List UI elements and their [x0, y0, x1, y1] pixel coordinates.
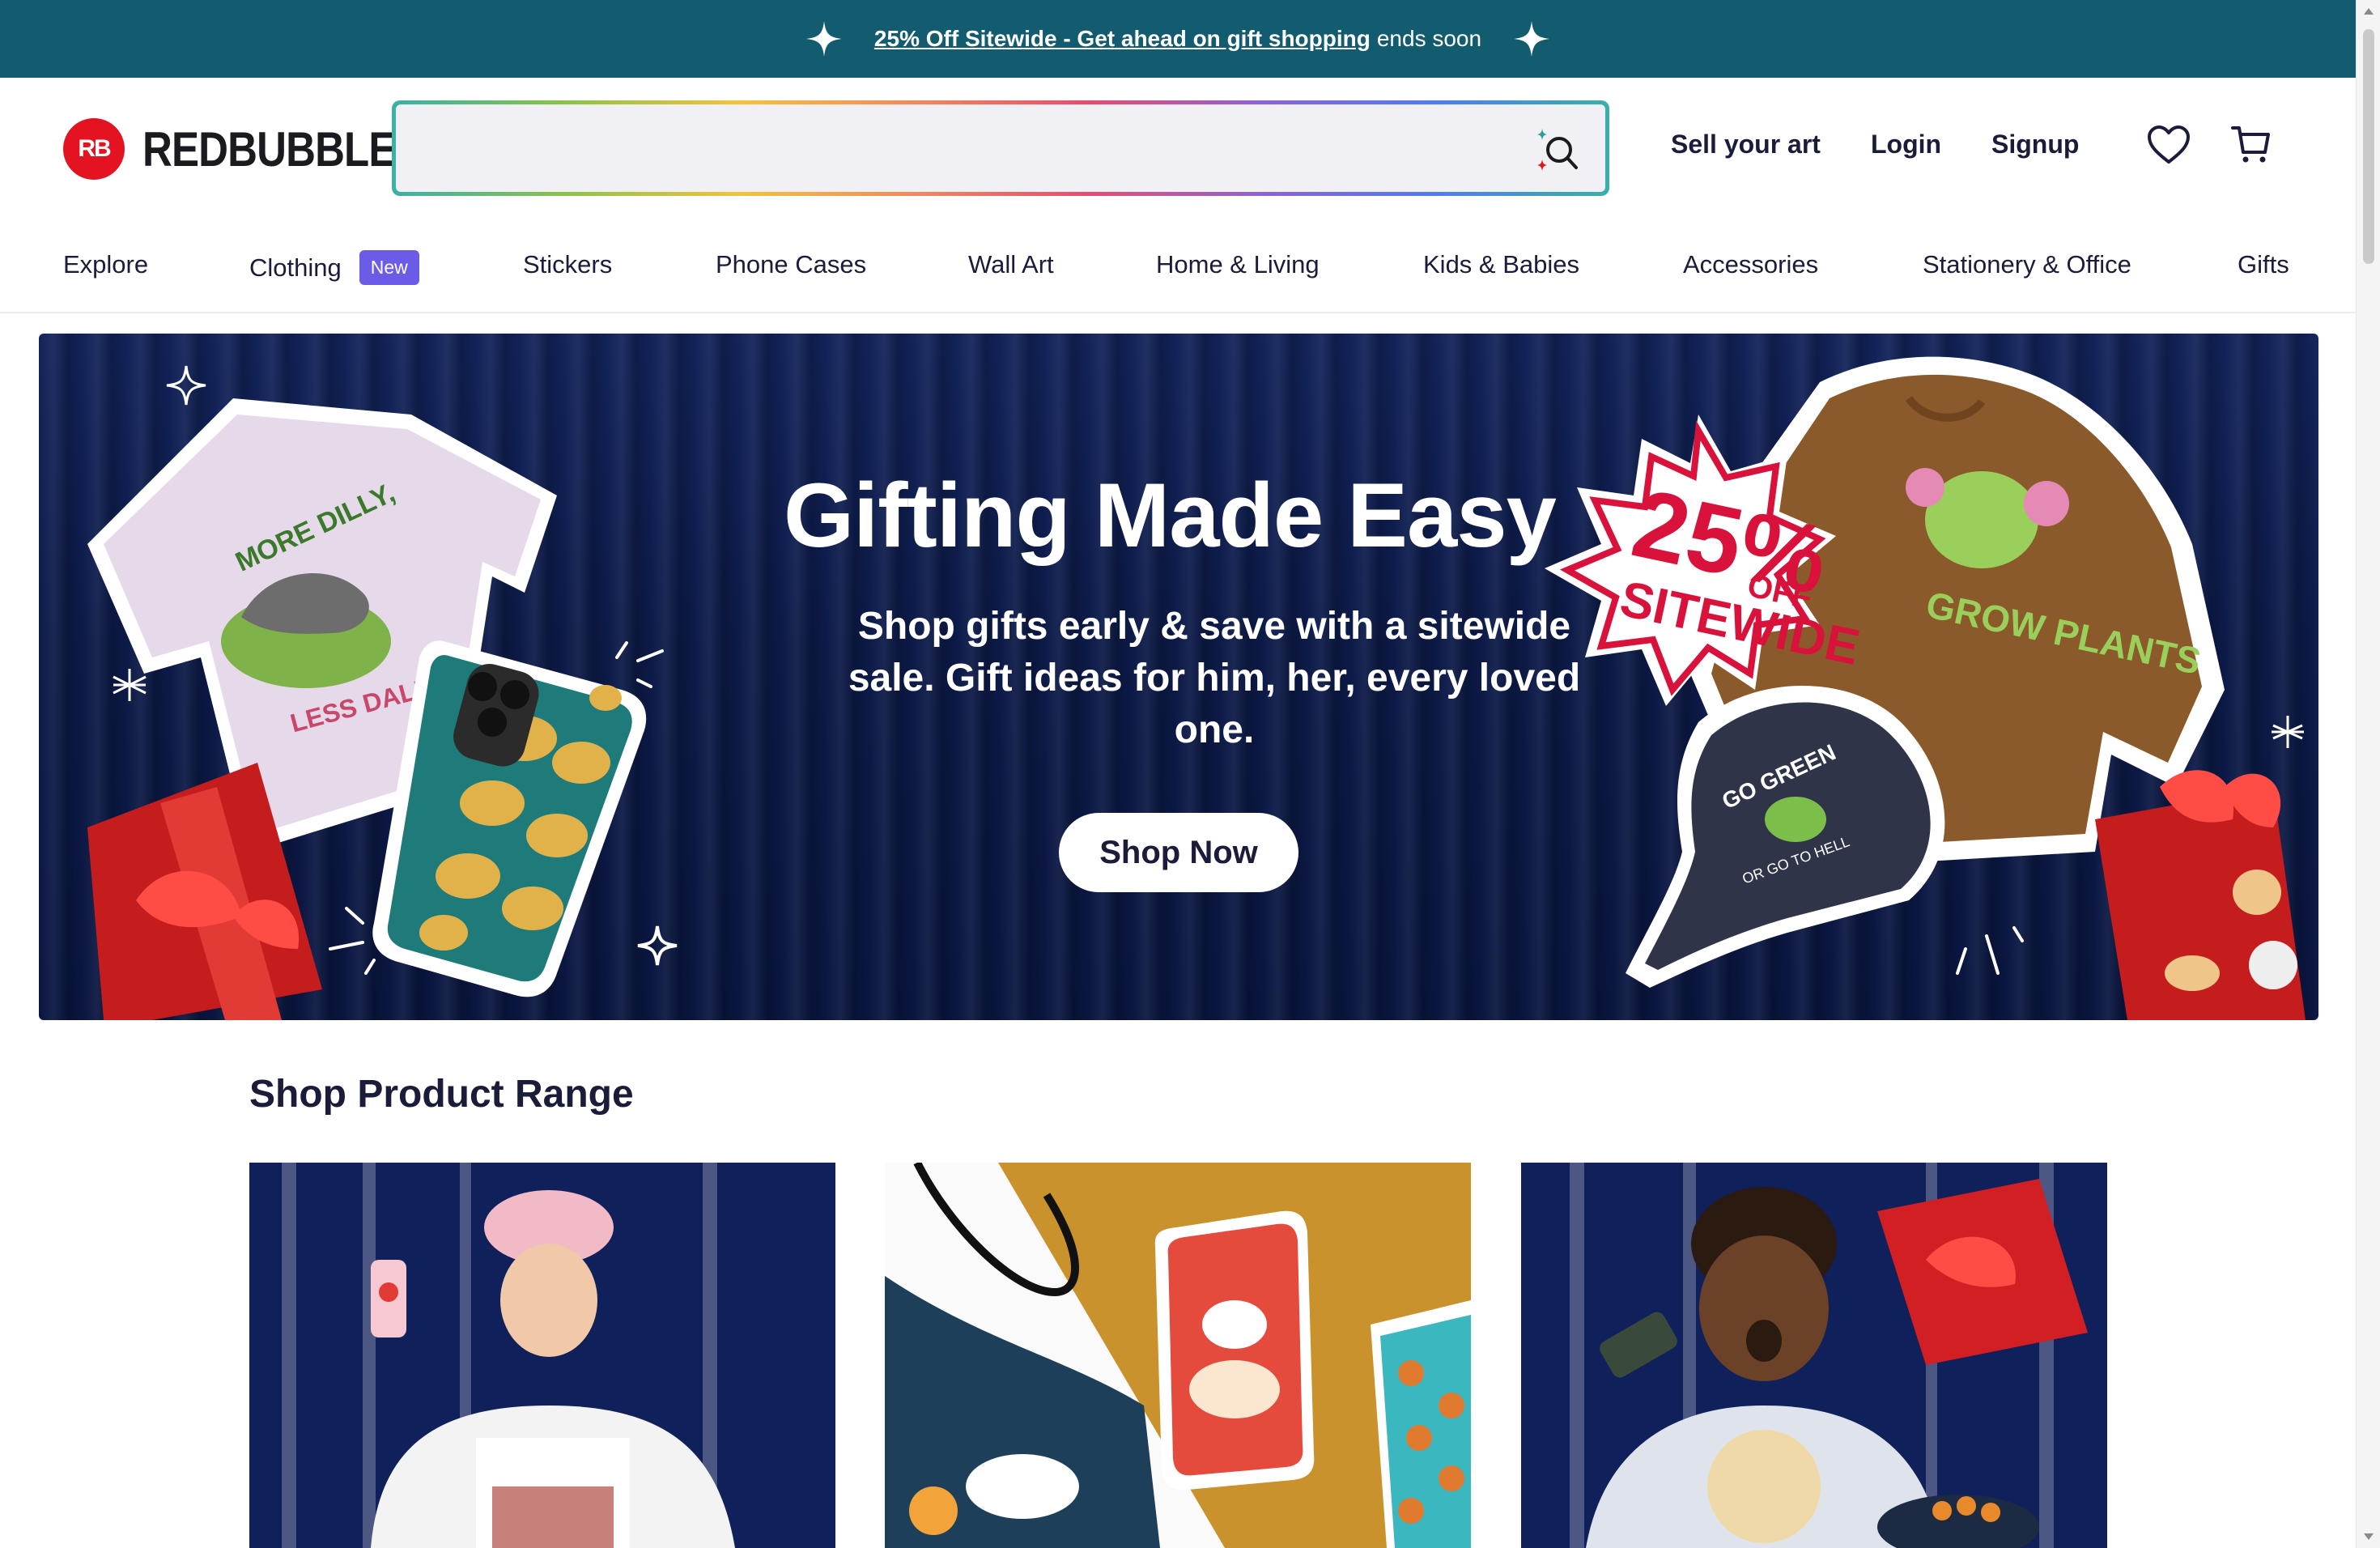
cart-icon[interactable]: [2231, 125, 2272, 165]
asterisk-icon: [2272, 716, 2304, 748]
sparkle-icon: [166, 365, 206, 406]
sparkle-icon: [805, 21, 842, 57]
nav-home-living[interactable]: Home & Living: [1156, 250, 1320, 279]
nav-accessories[interactable]: Accessories: [1683, 250, 1818, 279]
signup-link[interactable]: Signup: [1991, 130, 2079, 159]
hero-right-illustration: GROW PLANTS 25% OFF SITEWIDE GO GREEN OR…: [1545, 356, 2306, 1020]
search-icon[interactable]: [1534, 127, 1581, 174]
nav-stickers[interactable]: Stickers: [523, 250, 612, 279]
promo-banner: 25% Off Sitewide - Get ahead on gift sho…: [0, 0, 2356, 78]
product-tile[interactable]: [885, 1163, 1471, 1548]
scroll-up-arrow[interactable]: [2364, 8, 2374, 15]
section-title: Shop Product Range: [249, 1073, 634, 1116]
product-tile[interactable]: [1521, 1163, 2107, 1548]
nav-gifts[interactable]: Gifts: [2238, 250, 2289, 279]
product-tile-image: [249, 1163, 835, 1548]
nav-kids-babies[interactable]: Kids & Babies: [1423, 250, 1579, 279]
logo[interactable]: RB REDBUBBLE: [63, 118, 440, 180]
logo-badge: RB: [63, 118, 125, 180]
nav-clothing-label: Clothing: [249, 253, 342, 282]
product-tile-image: [885, 1163, 1471, 1548]
nav-phone-cases[interactable]: Phone Cases: [716, 250, 866, 279]
sparkle-icon: [637, 925, 678, 966]
promo-suffix: ends soon: [1376, 26, 1482, 51]
shop-now-button[interactable]: Shop Now: [1059, 813, 1298, 892]
hero-left-illustration: MORE DILLY, LESS DALLY: [87, 365, 678, 1020]
nav-explore[interactable]: Explore: [63, 250, 148, 279]
nav-wall-art[interactable]: Wall Art: [968, 250, 1054, 279]
search-input[interactable]: [396, 104, 1605, 192]
nav-stationery-office[interactable]: Stationery & Office: [1923, 250, 2131, 279]
new-badge: New: [359, 250, 419, 285]
sparkle-icon: [1514, 21, 1550, 57]
site-header: RB REDBUBBLE Sell your art Login Signup: [0, 78, 2356, 219]
search-box: [392, 100, 1609, 196]
nav-clothing[interactable]: Clothing New: [249, 250, 419, 285]
page-scrollbar[interactable]: [2356, 0, 2380, 1548]
product-tile[interactable]: [249, 1163, 835, 1548]
hero-subtitle: Shop gifts early & save with a sitewide …: [848, 605, 1581, 751]
product-tile-image: [1521, 1163, 2107, 1548]
promo-link[interactable]: 25% Off Sitewide - Get ahead on gift sho…: [874, 26, 1371, 52]
scroll-down-arrow[interactable]: [2364, 1533, 2374, 1540]
login-link[interactable]: Login: [1871, 130, 1941, 159]
heart-icon[interactable]: [2147, 125, 2191, 165]
scroll-thumb[interactable]: [2363, 29, 2374, 264]
sell-your-art-link[interactable]: Sell your art: [1671, 130, 1821, 159]
logo-text: REDBUBBLE: [142, 121, 396, 176]
hero-title: Gifting Made Easy: [784, 465, 1557, 566]
category-nav: Explore Clothing New Stickers Phone Cases…: [0, 219, 2356, 313]
search-inner: [396, 104, 1605, 192]
asterisk-icon: [113, 669, 147, 701]
hero-banner[interactable]: MORE DILLY, LESS DALLY GROW PLANTS 25% O…: [39, 334, 2318, 1020]
